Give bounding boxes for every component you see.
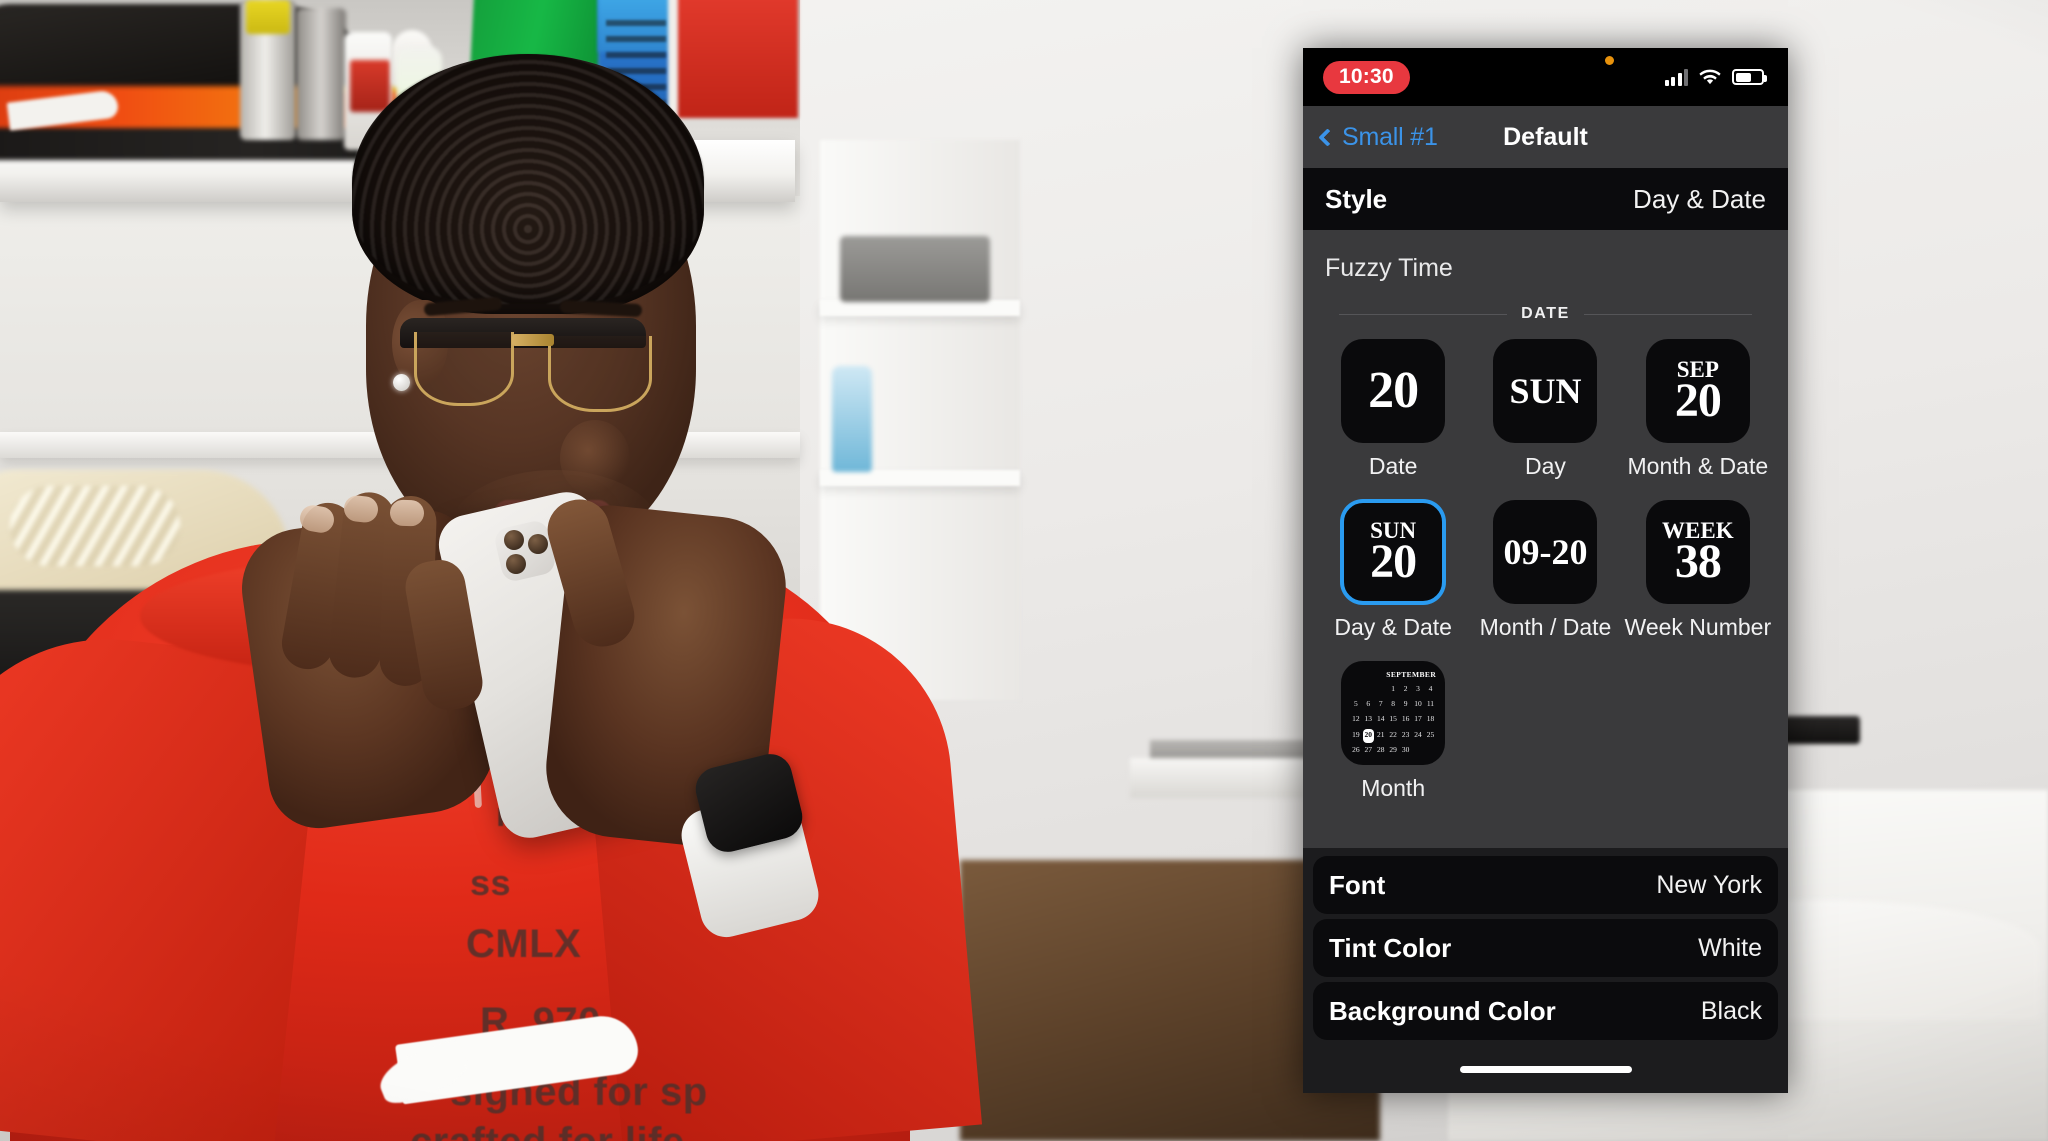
calendar-day-cell: 29 — [1389, 744, 1397, 754]
calendar-day-cell: 16 — [1401, 714, 1410, 724]
tile-main-text: SUN — [1509, 371, 1582, 411]
date-option-day[interactable]: SUN Day — [1469, 339, 1621, 480]
recording-indicator-icon — [1604, 56, 1614, 65]
date-option-caption: Day — [1525, 453, 1566, 479]
wifi-icon — [1699, 69, 1721, 86]
date-section-header: DATE — [1521, 305, 1570, 322]
date-option-tile: WEEK 38 — [1645, 500, 1750, 604]
calendar-day-cell: 18 — [1426, 714, 1435, 724]
date-option-week-number[interactable]: WEEK 38 Week Number — [1622, 500, 1774, 641]
battery-icon — [1732, 69, 1767, 85]
calendar-day-cell: 17 — [1414, 714, 1422, 724]
date-option-caption: Date — [1368, 453, 1418, 479]
settings-row-label: Tint Color — [1329, 932, 1452, 963]
calendar-day-cell: 23 — [1401, 729, 1410, 739]
calendar-day-cell: 30 — [1401, 744, 1410, 754]
style-row-value: Day & Date — [1633, 183, 1766, 214]
calendar-day-cell: 14 — [1376, 714, 1385, 724]
settings-row-value: New York — [1656, 870, 1762, 899]
calendar-blank-cell: . — [1375, 683, 1386, 697]
settings-row-value: White — [1698, 933, 1762, 962]
date-option-grid: 20 Date SUN Day SEP 20 Month & Date SUN 20 Day & … — [1303, 339, 1788, 802]
settings-row-value: Black — [1700, 996, 1762, 1025]
calendar-day-cell: 4 — [1428, 684, 1433, 693]
calendar-day-cell: 21 — [1376, 729, 1385, 739]
back-button[interactable]: Small #1 — [1318, 122, 1438, 152]
style-row[interactable]: Style Day & Date — [1303, 168, 1788, 230]
date-option-month-date[interactable]: SEP 20 Month & Date — [1622, 339, 1774, 480]
divider-line-right — [1583, 313, 1752, 315]
calendar-day-cell: 9 — [1403, 699, 1408, 709]
home-indicator-area — [1303, 1045, 1788, 1093]
calendar-day-cell: 19 — [1352, 729, 1360, 739]
settings-list: Font New York Tint Color White Background Co… — [1303, 848, 1788, 1045]
divider-line-left — [1339, 313, 1508, 315]
status-bar-clock: 10:30 — [1323, 60, 1410, 94]
calendar-day-cell: 1 — [1391, 684, 1396, 693]
date-option-caption: Week Number — [1624, 614, 1772, 640]
tile-main-text: 09-20 — [1503, 532, 1588, 572]
date-option-month[interactable]: SEPTEMBER...1234567891011121314151617181… — [1317, 661, 1469, 802]
tile-main-text: 38 — [1674, 534, 1722, 588]
fuzzy-time-label: Fuzzy Time — [1325, 254, 1453, 282]
calendar-today-cell: 20 — [1362, 728, 1374, 743]
settings-row-label: Background Color — [1329, 995, 1556, 1026]
signal-bars-icon — [1664, 68, 1688, 86]
calendar-blank-cell: . — [1350, 683, 1361, 697]
calendar-day-cell: 5 — [1353, 699, 1358, 709]
date-option-date[interactable]: 20 Date — [1317, 339, 1469, 480]
calendar-day-cell: 26 — [1352, 744, 1360, 754]
date-option-tile: 20 — [1341, 339, 1446, 443]
calendar-day-cell: 11 — [1426, 699, 1435, 709]
navigation-bar: Small #1 Default — [1303, 106, 1788, 168]
date-option-tile: SUN 20 — [1341, 500, 1446, 604]
chevron-left-icon — [1318, 127, 1337, 147]
settings-row-tint-color[interactable]: Tint Color White — [1313, 919, 1778, 977]
date-style-gallery: Fuzzy Time DATE 20 Date SUN Day SEP 20 Month &… — [1303, 230, 1788, 848]
tile-main-text: 20 — [1368, 362, 1419, 419]
calendar-day-cell: 2 — [1403, 684, 1408, 693]
style-row-label: Style — [1325, 183, 1388, 214]
tile-main-text: 20 — [1370, 534, 1417, 588]
date-option-tile: 09-20 — [1493, 500, 1598, 604]
calendar-month-label: SEPTEMBER — [1386, 670, 1437, 679]
calendar-day-cell: 13 — [1364, 714, 1373, 724]
calendar-day-cell: 6 — [1366, 699, 1371, 709]
month-calendar-tile: SEPTEMBER...1234567891011121314151617181… — [1341, 661, 1446, 765]
date-option-tile: SUN — [1493, 339, 1598, 443]
date-option-caption: Month / Date — [1479, 614, 1612, 640]
settings-row-label: Font — [1329, 869, 1386, 900]
date-option-month-slash[interactable]: 09-20 Month / Date — [1469, 500, 1621, 641]
calendar-day-cell: 7 — [1378, 699, 1383, 709]
status-bar: 10:30 — [1303, 48, 1788, 106]
phone-screen-overlay: 10:30 Small #1 Default Style Day & Date … — [1303, 48, 1788, 1093]
calendar-day-cell: 10 — [1414, 699, 1422, 709]
date-option-caption: Day & Date — [1334, 614, 1452, 640]
calendar-day-cell: 8 — [1391, 699, 1396, 709]
calendar-day-cell: 15 — [1389, 714, 1397, 724]
screenshot-stage: n ss CMLX R. 970 signed for sp crafted f… — [0, 0, 2048, 1141]
tile-main-text: 20 — [1674, 373, 1722, 427]
calendar-day-cell: 3 — [1416, 684, 1420, 693]
calendar-day-cell: 22 — [1389, 729, 1397, 739]
calendar-day-cell: 25 — [1426, 729, 1435, 739]
settings-row-background-color[interactable]: Background Color Black — [1313, 982, 1778, 1040]
date-section-divider: DATE — [1339, 305, 1752, 323]
calendar-day-grid: ...1234567891011121314151617181920212223… — [1350, 683, 1436, 758]
calendar-day-cell: 27 — [1364, 744, 1373, 754]
date-option-caption: Month & Date — [1627, 453, 1769, 479]
home-indicator[interactable] — [1459, 1065, 1632, 1073]
calendar-day-cell: 12 — [1352, 714, 1360, 724]
settings-row-font[interactable]: Font New York — [1313, 856, 1778, 914]
calendar-day-cell: 24 — [1414, 729, 1422, 739]
date-option-tile: SEP 20 — [1645, 339, 1750, 443]
back-button-label: Small #1 — [1342, 122, 1438, 151]
date-option-day-date[interactable]: SUN 20 Day & Date — [1317, 500, 1469, 641]
status-bar-indicators — [1664, 68, 1767, 86]
calendar-day-cell: 28 — [1376, 744, 1385, 754]
calendar-blank-cell: . — [1363, 683, 1374, 697]
date-option-caption: Month — [1361, 775, 1426, 801]
